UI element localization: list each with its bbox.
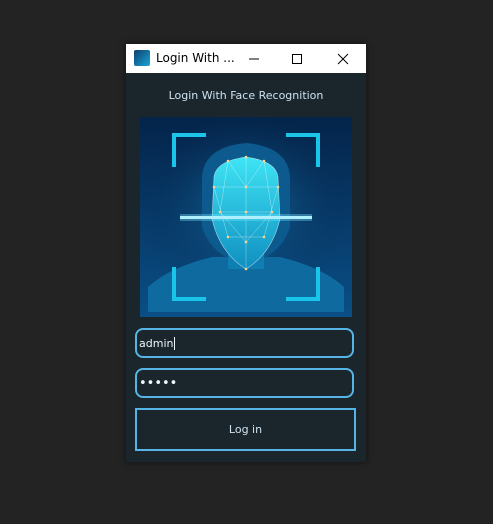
face-recognition-image [140, 117, 352, 317]
password-input[interactable]: ••••• [135, 368, 354, 398]
close-button[interactable] [320, 44, 366, 73]
minimize-button[interactable] [231, 44, 277, 73]
title-bar[interactable]: Login With ... [126, 44, 366, 73]
username-input[interactable]: admin [135, 328, 354, 358]
login-button[interactable]: Log in [135, 408, 356, 451]
maximize-icon [292, 53, 302, 64]
page-heading: Login With Face Recognition [168, 89, 324, 102]
password-value: ••••• [139, 375, 178, 391]
text-cursor [174, 336, 176, 350]
maximize-button[interactable] [274, 44, 320, 73]
minimize-icon [249, 58, 259, 59]
login-button-label: Log in [228, 423, 263, 436]
close-icon [337, 53, 349, 64]
login-window: Login With ... Login With Face Recogniti… [126, 44, 366, 462]
window-title: Login With ... [156, 51, 235, 65]
face-app-icon [134, 50, 150, 66]
username-value: admin [139, 336, 174, 350]
